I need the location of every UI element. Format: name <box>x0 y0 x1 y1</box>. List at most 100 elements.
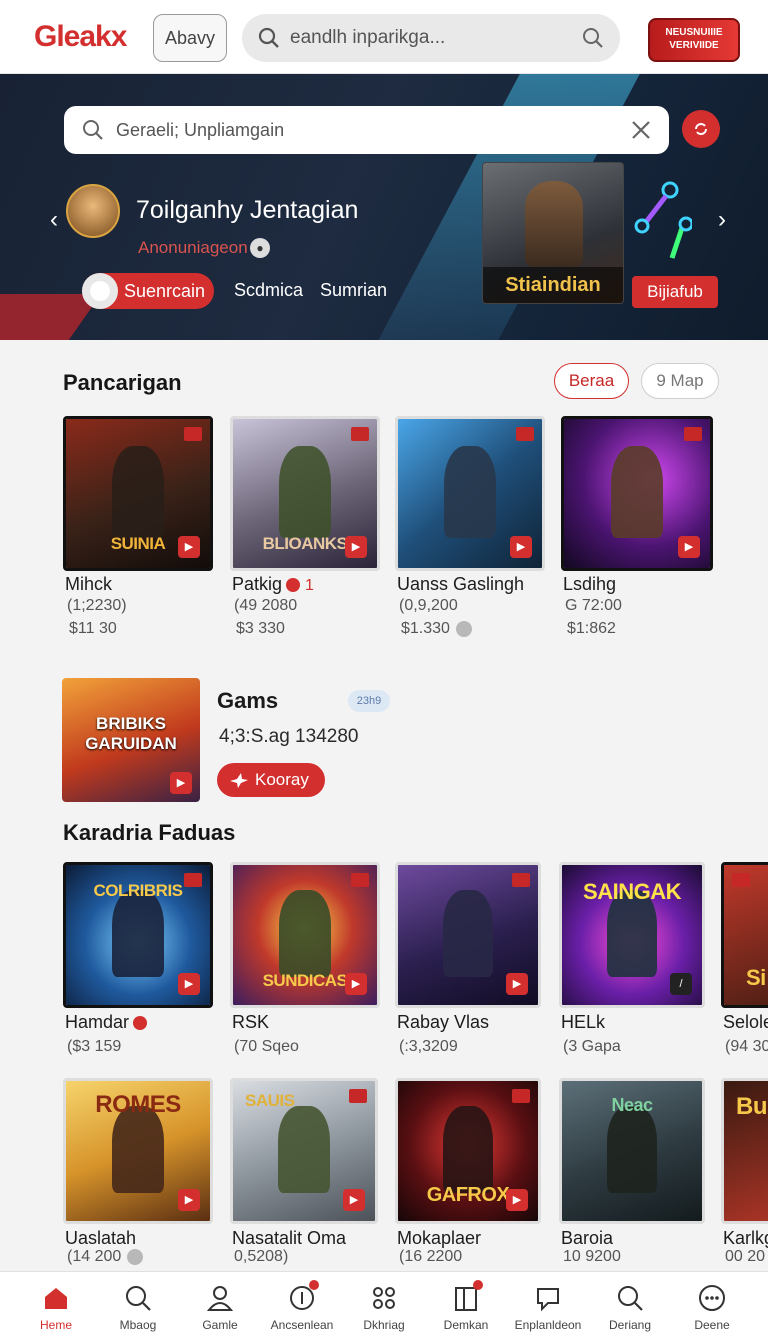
game-card[interactable]: ▶ Lsdihg G 72:00 $1:862 <box>561 416 713 646</box>
hero-tab-active-label: Suenrcain <box>124 280 206 301</box>
thumbnail-figure <box>112 890 164 977</box>
game-name: Uaslatah <box>65 1228 137 1248</box>
play-icon[interactable]: ▶ <box>178 973 200 995</box>
game-thumbnail: Bu <box>721 1078 768 1224</box>
game-card[interactable]: ▶ Uanss Gaslingh (0,9,200 $1.330 <box>395 416 545 646</box>
hero-tab-third[interactable]: Sumrian <box>320 280 387 301</box>
play-icon[interactable]: ▶ <box>178 1189 200 1211</box>
game-name: Patkig 1 <box>232 574 314 595</box>
app-logo[interactable]: Gleakx <box>34 20 127 54</box>
game-card[interactable]: Neac Baroia 10 9200 <box>559 1078 705 1268</box>
game-sub: 0,5208) <box>234 1248 289 1265</box>
hero-tab-second[interactable]: Scdmica <box>234 280 303 301</box>
flag-icon <box>184 427 202 441</box>
game-sub: G 72:00 <box>565 597 622 614</box>
thumbnail-figure <box>112 445 164 539</box>
play-icon[interactable]: ▶ <box>678 536 700 558</box>
nav-item-more[interactable]: Deene <box>671 1272 753 1344</box>
game-card[interactable]: SUNDICAS ▶ RSK (70 Sqeo <box>230 862 380 1062</box>
game-name-text: Patkig <box>232 574 283 594</box>
top-search-input[interactable]: eandlh inparikga... <box>242 14 620 62</box>
game-name: HELk <box>561 1012 606 1032</box>
game-card[interactable]: ▶ Rabay Vlas (:3,3209 <box>395 862 545 1062</box>
game-price: $1:862 <box>567 620 616 637</box>
game-name: Lsdihg <box>563 574 617 594</box>
nav-item-home[interactable]: Heme <box>15 1272 97 1344</box>
play-icon[interactable]: ▶ <box>345 973 367 995</box>
nav-item-book[interactable]: Demkan <box>425 1272 507 1344</box>
game-name: Mokaplaer <box>397 1228 482 1248</box>
game-name: Mihck <box>65 574 113 594</box>
game-card[interactable]: GAFROX ▶ Mokaplaer (16 2200 <box>395 1078 541 1268</box>
game-card[interactable]: SAINGAK / HELk (3 Gapa <box>559 862 705 1062</box>
game-name: Rabay Vlas <box>397 1012 490 1032</box>
hero-card-button[interactable]: Bijiafub <box>632 276 718 308</box>
game-thumbnail: SUNDICAS ▶ <box>230 862 380 1008</box>
thumbnail-caption: ROMES <box>95 1091 181 1118</box>
play-icon[interactable]: ▶ <box>345 536 367 558</box>
play-icon[interactable]: ▶ <box>506 1189 528 1211</box>
badge-count: 1 <box>305 577 314 594</box>
away-button[interactable]: Abavy <box>153 14 227 62</box>
game-card[interactable]: SUINIA ▶ Mihck (1;2230) $11 30 <box>63 416 213 646</box>
game-card[interactable]: BLIOANKS ▶ Patkig 1 (49 2080 $3 330 <box>230 416 380 646</box>
nav-item-search[interactable]: Mbaog <box>97 1272 179 1344</box>
game-card[interactable]: Si Selole (94 30 <box>721 862 768 1062</box>
play-icon[interactable]: ▶ <box>178 536 200 558</box>
flag-icon <box>351 873 369 887</box>
thumbnail-figure <box>279 445 331 539</box>
close-icon[interactable] <box>631 120 651 140</box>
hero-search-input[interactable]: Geraeli; Unpliamgain <box>64 106 669 154</box>
filter-chip-primary[interactable]: Beraa <box>554 363 629 399</box>
thumbnail-figure <box>444 445 496 539</box>
hero-tab-active[interactable]: Suenrcain <box>82 273 214 309</box>
nav-item-target[interactable]: Ancsenlean <box>261 1272 343 1344</box>
hero-action-button[interactable] <box>682 110 720 148</box>
notification-dot <box>473 1280 483 1290</box>
nav-item-grid[interactable]: Dkhriag <box>343 1272 425 1344</box>
game-sub: (94 30 <box>725 1038 768 1055</box>
chevron-left-icon[interactable]: ‹ <box>50 206 58 234</box>
nav-item-profile[interactable]: Gamle <box>179 1272 261 1344</box>
search-icon <box>83 120 103 140</box>
alert-icon <box>286 578 301 593</box>
chevron-right-icon[interactable]: › <box>718 206 726 234</box>
thumbnail-figure <box>442 1106 494 1193</box>
nav-item-search-2[interactable]: Deriang <box>589 1272 671 1344</box>
play-icon[interactable]: ▶ <box>343 1189 365 1211</box>
game-price: $1.330 <box>401 620 472 638</box>
featured-button[interactable]: Kooray <box>217 763 325 797</box>
hero-search-value: Geraeli; Unpliamgain <box>116 119 285 140</box>
flag-icon <box>516 427 534 441</box>
game-name: Baroia <box>561 1228 614 1248</box>
app-root: Gleakx Abavy eandlh inparikga... NEUSNUI… <box>0 0 768 1344</box>
glow-icon <box>634 181 692 259</box>
game-card[interactable]: SAUIS ▶ Nasatalit Oma 0,5208) <box>230 1078 380 1268</box>
game-sub: (1;2230) <box>67 597 127 614</box>
search-icon[interactable] <box>582 27 604 49</box>
game-card[interactable]: Bu Karlkg 00 20 <box>721 1078 768 1268</box>
thumbnail-figure <box>442 890 494 977</box>
play-icon[interactable]: ▶ <box>506 973 528 995</box>
thumbnail-caption: Neac <box>611 1095 653 1115</box>
play-icon[interactable]: ▶ <box>510 536 532 558</box>
game-thumbnail: SUINIA ▶ <box>63 416 213 571</box>
grid-icon <box>373 1287 395 1309</box>
home-icon <box>45 1288 67 1309</box>
game-name: Karlkg <box>723 1228 768 1248</box>
play-icon[interactable]: ▶ <box>170 772 192 794</box>
promo-badge[interactable]: NEUSNUIIIE VERIVIIDE <box>648 18 740 62</box>
featured-value: 4;3:S.ag 134280 <box>219 726 359 747</box>
game-thumbnail: ▶ <box>561 416 713 571</box>
hero-game-card[interactable]: Stiaindian <box>482 162 624 304</box>
game-card[interactable]: COLRIBRIS ▶ Hamdar ($3 159 <box>63 862 213 1062</box>
filter-chip-secondary[interactable]: 9 Map <box>641 363 719 399</box>
featured-thumbnail[interactable]: BRIBIKS GARUIDAN ▶ <box>62 678 200 802</box>
game-card[interactable]: ROMES ▶ Uaslatah (14 200 <box>63 1078 213 1268</box>
game-sub: (:3,3209 <box>399 1038 458 1055</box>
sword-icon[interactable]: / <box>670 973 692 995</box>
nav-item-chat[interactable]: Enplanldeon <box>507 1272 589 1344</box>
game-sub: (70 Sqeo <box>234 1038 299 1055</box>
notification-dot <box>309 1280 319 1290</box>
hero-subtitle: Anonuniageon <box>138 238 248 257</box>
